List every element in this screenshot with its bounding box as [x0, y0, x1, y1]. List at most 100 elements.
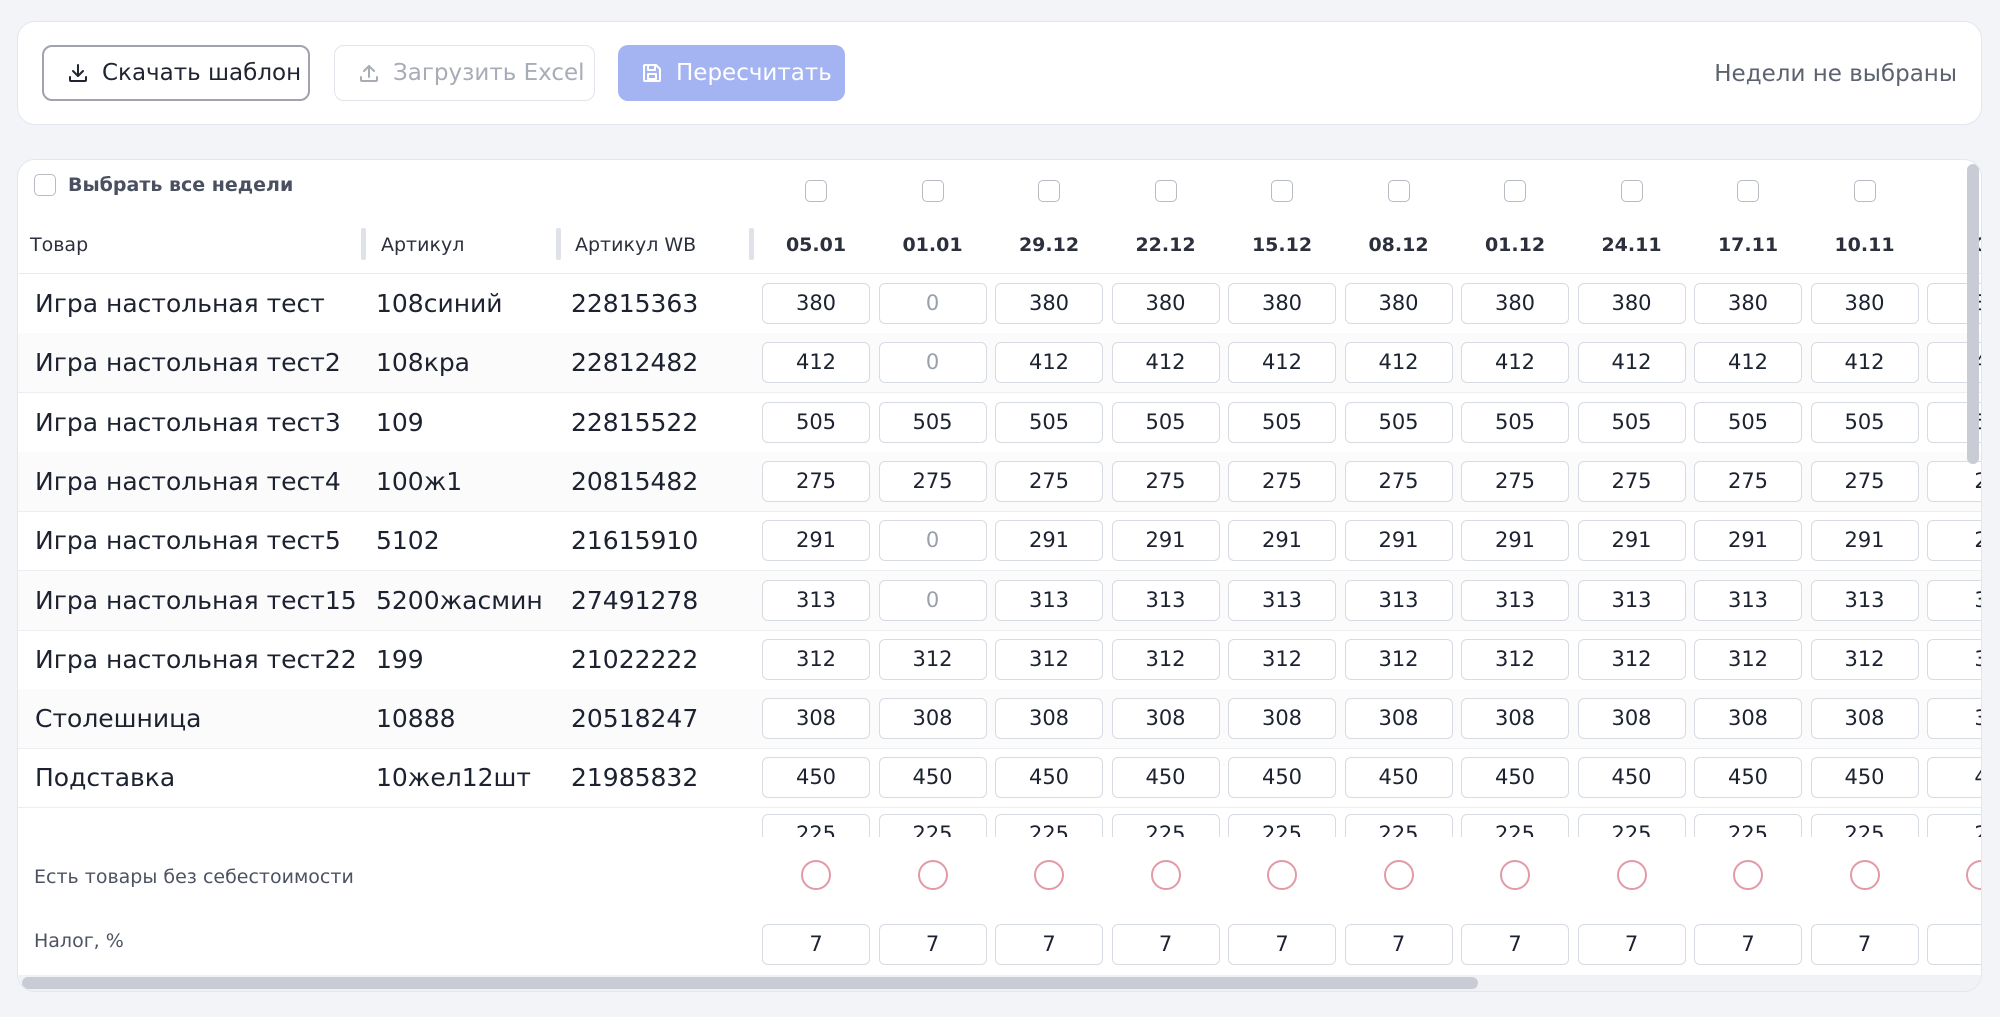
tax-input[interactable]: 7: [1111, 924, 1220, 965]
cost-input[interactable]: 412: [995, 342, 1103, 384]
column-resize-handle[interactable]: [556, 228, 561, 260]
week-checkbox[interactable]: [1853, 180, 1876, 202]
cost-input[interactable]: 450: [1810, 757, 1919, 799]
cost-input[interactable]: 505: [1111, 401, 1220, 443]
cost-input[interactable]: 0: [878, 342, 987, 384]
cost-input[interactable]: 225: [1810, 814, 1919, 837]
cost-input[interactable]: 0: [878, 520, 987, 562]
cost-input[interactable]: 312: [1111, 638, 1220, 680]
select-all-checkbox[interactable]: [34, 174, 56, 196]
cost-input[interactable]: 275: [762, 460, 870, 502]
download-template-button[interactable]: Скачать шаблон: [42, 45, 310, 101]
cost-input[interactable]: 450: [1461, 757, 1569, 799]
cost-input[interactable]: 380: [1228, 283, 1336, 324]
tax-input[interactable]: 7: [1228, 924, 1336, 965]
week-checkbox[interactable]: [1154, 180, 1177, 202]
cost-input[interactable]: 313: [1111, 579, 1220, 621]
cost-input[interactable]: 412: [1461, 342, 1569, 384]
cost-input[interactable]: 380: [995, 283, 1103, 324]
cost-input[interactable]: 275: [1461, 460, 1569, 502]
cost-input[interactable]: 380: [1694, 283, 1802, 324]
cost-input[interactable]: 313: [1461, 579, 1569, 621]
cost-input[interactable]: 291: [1111, 520, 1220, 562]
cost-input[interactable]: 412: [1111, 342, 1220, 384]
cost-input[interactable]: 312: [1577, 638, 1686, 680]
cost-input[interactable]: 291: [1810, 520, 1919, 562]
tax-input[interactable]: 7: [878, 924, 987, 965]
cost-input[interactable]: 225: [878, 814, 987, 837]
cost-input[interactable]: 505: [1461, 401, 1569, 443]
cost-input[interactable]: 4: [1927, 757, 1981, 799]
cost-input[interactable]: 225: [1344, 814, 1453, 837]
cost-input[interactable]: 275: [995, 460, 1103, 502]
cost-input[interactable]: 0: [878, 579, 987, 621]
tax-input[interactable]: 7: [1577, 924, 1686, 965]
cost-input[interactable]: 505: [1228, 401, 1336, 443]
week-checkbox[interactable]: [1504, 180, 1526, 202]
cost-input[interactable]: 0: [878, 283, 987, 324]
cost-input[interactable]: 275: [1694, 460, 1802, 502]
cost-input[interactable]: 308: [995, 698, 1103, 740]
cost-input[interactable]: 308: [878, 698, 987, 740]
cost-input[interactable]: 225: [1228, 814, 1336, 837]
cost-input[interactable]: 313: [995, 579, 1103, 621]
tax-input[interactable]: 7: [1810, 924, 1919, 965]
week-checkbox[interactable]: [1387, 180, 1410, 202]
tax-input[interactable]: [1927, 924, 1981, 965]
cost-input[interactable]: 505: [878, 401, 987, 443]
cost-input[interactable]: 275: [878, 460, 987, 502]
cost-input[interactable]: 450: [878, 757, 987, 799]
cost-input[interactable]: 412: [762, 342, 870, 384]
column-resize-handle[interactable]: [361, 228, 366, 260]
cost-input[interactable]: 312: [762, 638, 870, 680]
cost-input[interactable]: 225: [1577, 814, 1686, 837]
cost-input[interactable]: 3: [1927, 638, 1981, 680]
cost-input[interactable]: 2: [1927, 460, 1981, 502]
cost-input[interactable]: 505: [995, 401, 1103, 443]
cost-input[interactable]: 313: [1694, 579, 1802, 621]
cost-input[interactable]: 380: [1810, 283, 1919, 324]
cost-input[interactable]: 312: [878, 638, 987, 680]
cost-input[interactable]: 291: [762, 520, 870, 562]
cost-input[interactable]: 275: [1810, 460, 1919, 502]
horizontal-scrollbar-thumb[interactable]: [22, 977, 1478, 989]
week-checkbox[interactable]: [1620, 180, 1643, 202]
cost-input[interactable]: 275: [1228, 460, 1336, 502]
cost-input[interactable]: 380: [762, 283, 870, 324]
cost-input[interactable]: 225: [995, 814, 1103, 837]
cost-input[interactable]: 3: [1927, 579, 1981, 621]
cost-input[interactable]: 380: [1461, 283, 1569, 324]
cost-input[interactable]: 412: [1694, 342, 1802, 384]
cost-input[interactable]: 2: [1927, 814, 1981, 837]
cost-input[interactable]: 450: [995, 757, 1103, 799]
cost-input[interactable]: 225: [762, 814, 870, 837]
cost-input[interactable]: 312: [1694, 638, 1802, 680]
cost-input[interactable]: 313: [1344, 579, 1453, 621]
cost-input[interactable]: 505: [762, 401, 870, 443]
cost-input[interactable]: 225: [1111, 814, 1220, 837]
cost-input[interactable]: 308: [1810, 698, 1919, 740]
cost-input[interactable]: 313: [1228, 579, 1336, 621]
cost-input[interactable]: 308: [1577, 698, 1686, 740]
recalculate-button[interactable]: Пересчитать: [618, 45, 845, 101]
cost-input[interactable]: 308: [1461, 698, 1569, 740]
cost-input[interactable]: 312: [1344, 638, 1453, 680]
cost-input[interactable]: 275: [1577, 460, 1686, 502]
cost-input[interactable]: 291: [1228, 520, 1336, 562]
cost-input[interactable]: 225: [1694, 814, 1802, 837]
week-checkbox[interactable]: [805, 180, 827, 202]
tax-input[interactable]: 7: [1344, 924, 1453, 965]
horizontal-scrollbar[interactable]: [18, 975, 1981, 991]
cost-input[interactable]: 313: [762, 579, 870, 621]
cost-input[interactable]: 505: [1577, 401, 1686, 443]
cost-input[interactable]: 308: [762, 698, 870, 740]
tax-input[interactable]: 7: [1461, 924, 1569, 965]
week-checkbox[interactable]: [1038, 180, 1060, 202]
vertical-scrollbar-thumb[interactable]: [1967, 164, 1979, 464]
cost-input[interactable]: 412: [1810, 342, 1919, 384]
cost-input[interactable]: 3: [1927, 698, 1981, 740]
cost-input[interactable]: 291: [995, 520, 1103, 562]
cost-input[interactable]: 313: [1810, 579, 1919, 621]
cost-input[interactable]: 275: [1344, 460, 1453, 502]
cost-input[interactable]: 312: [995, 638, 1103, 680]
